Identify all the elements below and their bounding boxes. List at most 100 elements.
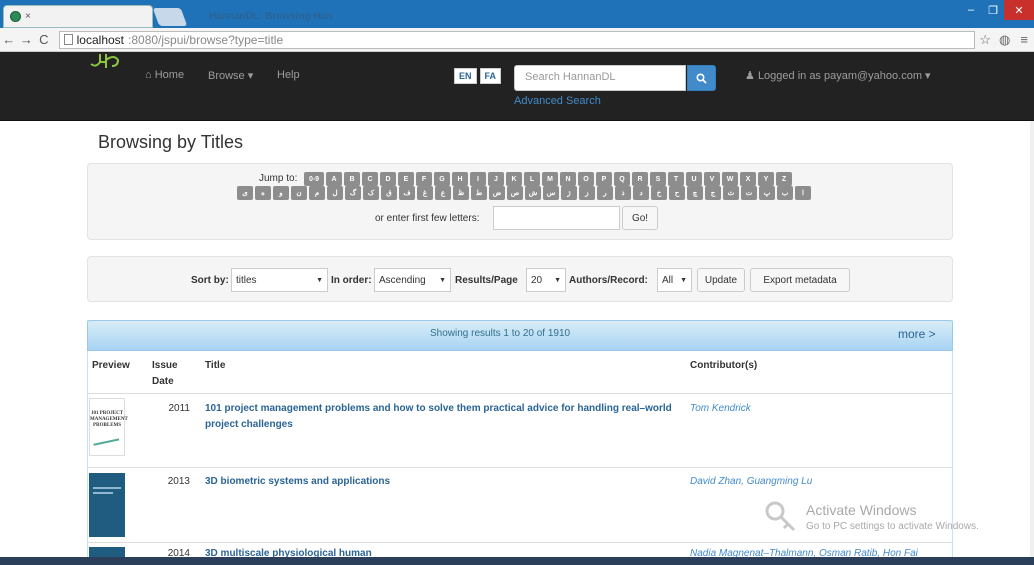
url-input[interactable]: localhost:8080/jspui/browse?type=title [58, 30, 976, 49]
jump-letter-button[interactable]: ه [255, 186, 271, 200]
close-window-icon[interactable]: ✕ [1004, 0, 1034, 20]
jump-letter-button[interactable]: M [542, 172, 558, 186]
back-icon[interactable]: ← [0, 32, 18, 47]
jump-letter-button[interactable]: H [452, 172, 468, 186]
sort-by-select[interactable]: titles ▼ [231, 268, 328, 292]
jump-letter-button[interactable]: S [650, 172, 666, 186]
jump-letter-button[interactable]: ن [291, 186, 307, 200]
star-icon[interactable]: ☆ [975, 32, 995, 48]
jump-letter-button[interactable]: ی [237, 186, 253, 200]
jump-letter-button[interactable]: و [273, 186, 289, 200]
jump-letter-button[interactable]: V [704, 172, 720, 186]
jump-letter-button[interactable]: غ [417, 186, 433, 200]
go-button[interactable]: Go! [622, 206, 658, 230]
jump-letter-button[interactable]: D [380, 172, 396, 186]
book-cover-thumbnail[interactable] [89, 473, 125, 537]
jump-letter-button[interactable]: G [434, 172, 450, 186]
jump-letter-button[interactable]: F [416, 172, 432, 186]
nav-home[interactable]: ⌂ Home [145, 69, 184, 81]
minimize-icon[interactable]: – [960, 0, 982, 20]
col-title[interactable]: Title [205, 358, 225, 374]
hannandl-logo[interactable] [88, 52, 124, 72]
jump-letter-button[interactable]: ج [705, 186, 721, 200]
jump-letter-button[interactable]: U [686, 172, 702, 186]
jump-letter-button[interactable]: ط [471, 186, 487, 200]
jump-letter-button[interactable]: ظ [453, 186, 469, 200]
first-letters-input[interactable] [493, 206, 620, 230]
jump-letter-button[interactable]: گ [345, 186, 361, 200]
jump-letter-button[interactable]: Y [758, 172, 774, 186]
jump-letter-button[interactable]: ب [777, 186, 793, 200]
jump-letter-button[interactable]: E [398, 172, 414, 186]
nav-browse[interactable]: Browse ▾ [208, 69, 253, 82]
jump-letter-button[interactable]: P [596, 172, 612, 186]
advanced-search-link[interactable]: Advanced Search [514, 95, 601, 107]
book-cover-thumbnail[interactable]: 101 PROJECT MANAGEMENT PROBLEMS [89, 398, 128, 456]
col-issue-date[interactable]: Issue Date [152, 358, 186, 390]
nav-help[interactable]: Help [277, 69, 300, 81]
jump-letter-button[interactable]: C [362, 172, 378, 186]
more-link[interactable]: more > [898, 327, 936, 341]
jump-letter-button[interactable]: O [578, 172, 594, 186]
jump-letter-button[interactable]: B [344, 172, 360, 186]
jump-letter-button[interactable]: A [326, 172, 342, 186]
jump-letter-button[interactable]: ش [525, 186, 541, 200]
col-contributors[interactable]: Contributor(s) [690, 358, 757, 374]
lang-fa[interactable]: FA [479, 68, 502, 84]
in-order-select[interactable]: Ascending ▼ [374, 268, 451, 292]
jump-letter-button[interactable]: خ [651, 186, 667, 200]
jump-letter-button[interactable]: ق [381, 186, 397, 200]
book-cover-thumbnail[interactable] [89, 547, 125, 557]
jump-letter-button[interactable]: 0-9 [304, 172, 324, 186]
jump-letter-button[interactable]: ل [327, 186, 343, 200]
jump-letter-button[interactable]: ژ [561, 186, 577, 200]
menu-icon[interactable]: ≡ [1014, 32, 1034, 47]
jump-letter-button[interactable]: Q [614, 172, 630, 186]
jump-letter-button[interactable]: X [740, 172, 756, 186]
jump-letter-button[interactable]: پ [759, 186, 775, 200]
jump-letter-button[interactable]: Z [776, 172, 792, 186]
search-button[interactable] [687, 65, 716, 91]
jump-letter-button[interactable]: س [543, 186, 559, 200]
jump-letter-button[interactable]: K [506, 172, 522, 186]
jump-letter-button[interactable]: L [524, 172, 540, 186]
jump-letter-button[interactable]: N [560, 172, 576, 186]
jump-letter-button[interactable]: ح [669, 186, 685, 200]
jump-letter-button[interactable]: م [309, 186, 325, 200]
jump-letter-button[interactable]: چ [687, 186, 703, 200]
lang-en[interactable]: EN [454, 68, 477, 84]
item-title-link[interactable]: 101 project management problems and how … [205, 401, 675, 433]
jump-letter-button[interactable]: ر [597, 186, 613, 200]
jump-letter-button[interactable]: د [633, 186, 649, 200]
jump-letter-button[interactable]: ز [579, 186, 595, 200]
browser-tab[interactable]: HannanDL: Browsing Han × [3, 5, 332, 28]
user-menu[interactable]: ♟ Logged in as payam@yahoo.com ▾ [745, 69, 931, 82]
results-per-page-select[interactable]: 20 ▼ [526, 268, 566, 292]
jump-letter-button[interactable]: ت [741, 186, 757, 200]
jump-letter-button[interactable]: ف [399, 186, 415, 200]
globe-icon[interactable]: ◍ [995, 32, 1015, 48]
item-title-link[interactable]: 3D biometric systems and applications [205, 474, 675, 490]
jump-letter-button[interactable]: T [668, 172, 684, 186]
maximize-icon[interactable]: ❐ [982, 0, 1004, 20]
jump-letter-button[interactable]: ع [435, 186, 451, 200]
contributor-link[interactable]: Tom Kendrick [690, 403, 952, 414]
jump-letter-button[interactable]: J [488, 172, 504, 186]
update-button[interactable]: Update [697, 268, 745, 292]
jump-letter-button[interactable]: ث [723, 186, 739, 200]
jump-letter-button[interactable]: ض [489, 186, 505, 200]
jump-letter-button[interactable]: W [722, 172, 738, 186]
export-metadata-button[interactable]: Export metadata [750, 268, 850, 292]
reload-icon[interactable]: C [35, 32, 53, 47]
tab-close-icon[interactable]: × [25, 11, 37, 22]
jump-letter-button[interactable]: ذ [615, 186, 631, 200]
search-input[interactable]: Search HannanDL [514, 65, 686, 91]
jump-letter-button[interactable]: ص [507, 186, 523, 200]
jump-letter-button[interactable]: ک [363, 186, 379, 200]
jump-letter-button[interactable]: R [632, 172, 648, 186]
new-tab-button[interactable] [152, 8, 188, 26]
forward-icon[interactable]: → [18, 32, 36, 47]
page-scrollbar[interactable] [1030, 121, 1034, 557]
authors-per-record-select[interactable]: All ▼ [657, 268, 692, 292]
contributor-link[interactable]: David Zhan, Guangming Lu [690, 476, 952, 487]
